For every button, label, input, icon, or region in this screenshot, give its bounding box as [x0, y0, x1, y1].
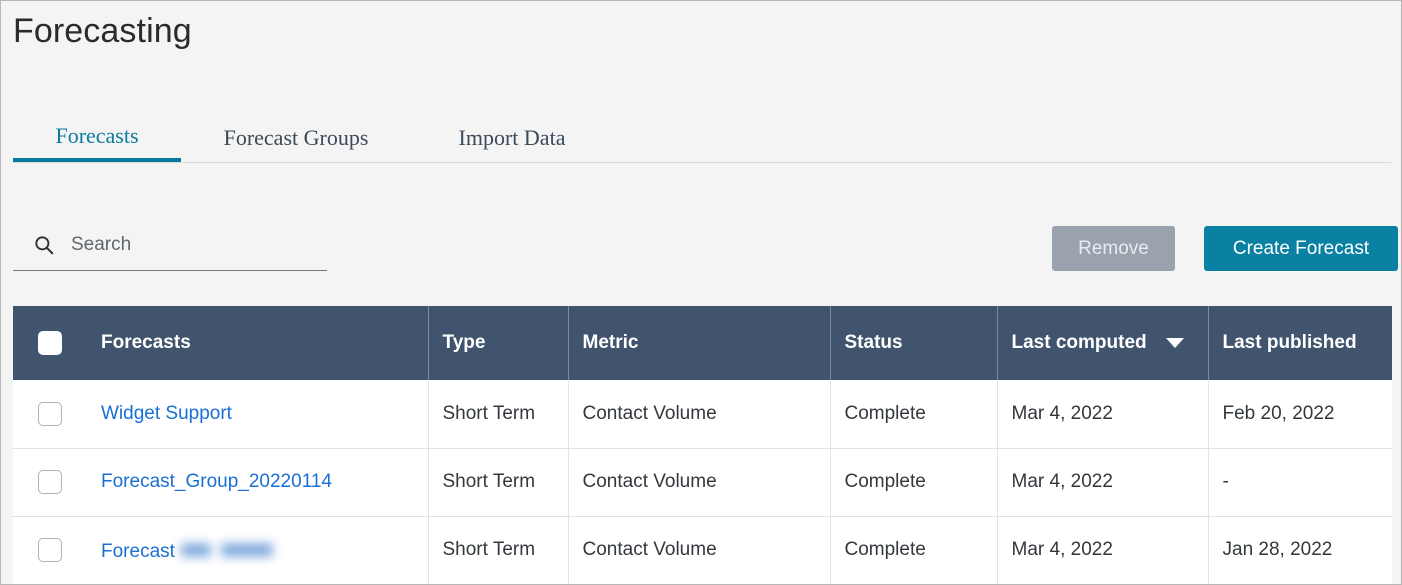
column-header-forecasts[interactable]: Forecasts [87, 306, 428, 380]
column-header-type[interactable]: Type [428, 306, 568, 380]
create-forecast-button[interactable]: Create Forecast [1204, 226, 1398, 271]
cell-metric: Contact Volume [568, 380, 830, 448]
cell-last-published: Jan 28, 2022 [1208, 516, 1392, 584]
column-header-last-published[interactable]: Last published [1208, 306, 1392, 380]
cell-last-computed: Mar 4, 2022 [997, 380, 1208, 448]
tab-forecasts[interactable]: Forecasts [13, 113, 181, 162]
row-checkbox[interactable] [38, 470, 62, 494]
cell-metric: Contact Volume [568, 448, 830, 516]
cell-status: Complete [830, 380, 997, 448]
column-header-last-computed[interactable]: Last computed [997, 306, 1208, 380]
cell-type: Short Term [428, 380, 568, 448]
tab-bar: Forecasts Forecast Groups Import Data [13, 113, 1391, 163]
column-header-type-label: Type [443, 332, 486, 354]
remove-button[interactable]: Remove [1052, 226, 1175, 271]
row-select-cell[interactable] [13, 516, 87, 584]
forecast-name-link[interactable]: Forecast [101, 541, 175, 562]
column-header-status-label: Status [845, 332, 903, 354]
row-checkbox[interactable] [38, 402, 62, 426]
forecasting-page: Forecasting Forecasts Forecast Groups Im… [0, 0, 1402, 585]
forecast-name-link[interactable]: Forecast_Group_20220114 [101, 471, 332, 492]
cell-last-computed: Mar 4, 2022 [997, 448, 1208, 516]
tab-import-data[interactable]: Import Data [433, 113, 591, 162]
table-header: Forecasts Type Metric Status Last comput… [13, 306, 1392, 380]
cell-last-published: Feb 20, 2022 [1208, 380, 1392, 448]
column-header-status[interactable]: Status [830, 306, 997, 380]
tab-forecast-groups[interactable]: Forecast Groups [201, 113, 391, 162]
search-input[interactable] [71, 234, 301, 256]
table-row[interactable]: Forecast_Group_20220114 Short Term Conta… [13, 448, 1392, 516]
cell-last-published: - [1208, 448, 1392, 516]
column-header-metric[interactable]: Metric [568, 306, 830, 380]
cell-metric: Contact Volume [568, 516, 830, 584]
column-header-forecasts-label: Forecasts [101, 332, 191, 354]
cell-status: Complete [830, 516, 997, 584]
cell-type: Short Term [428, 448, 568, 516]
cell-forecast-name[interactable]: Forecast_Group_20220114 [87, 448, 428, 516]
cell-type: Short Term [428, 516, 568, 584]
triangle-down-icon [1166, 338, 1184, 348]
table-row[interactable]: Forecast Short Term Contact Volume Compl… [13, 516, 1392, 584]
column-header-last-published-label: Last published [1223, 332, 1357, 354]
page-title: Forecasting [13, 9, 192, 53]
cell-status: Complete [830, 448, 997, 516]
select-all-checkbox[interactable] [38, 331, 62, 355]
table-row[interactable]: Widget Support Short Term Contact Volume… [13, 380, 1392, 448]
row-select-cell[interactable] [13, 448, 87, 516]
table-header-row: Forecasts Type Metric Status Last comput… [13, 306, 1392, 380]
table-body: Widget Support Short Term Contact Volume… [13, 380, 1392, 584]
forecasts-table-container: Forecasts Type Metric Status Last comput… [13, 306, 1392, 585]
redacted-text [181, 540, 273, 559]
select-all-header[interactable] [13, 306, 87, 380]
row-checkbox[interactable] [38, 538, 62, 562]
forecasts-table: Forecasts Type Metric Status Last comput… [13, 306, 1392, 585]
cell-forecast-name[interactable]: Forecast [87, 516, 428, 584]
column-header-metric-label: Metric [583, 332, 639, 354]
cell-last-computed: Mar 4, 2022 [997, 516, 1208, 584]
forecast-name-link[interactable]: Widget Support [101, 403, 232, 424]
column-header-last-computed-label: Last computed [1012, 332, 1147, 354]
row-select-cell[interactable] [13, 380, 87, 448]
search-icon [33, 234, 55, 256]
search-field[interactable] [13, 219, 327, 271]
cell-forecast-name[interactable]: Widget Support [87, 380, 428, 448]
